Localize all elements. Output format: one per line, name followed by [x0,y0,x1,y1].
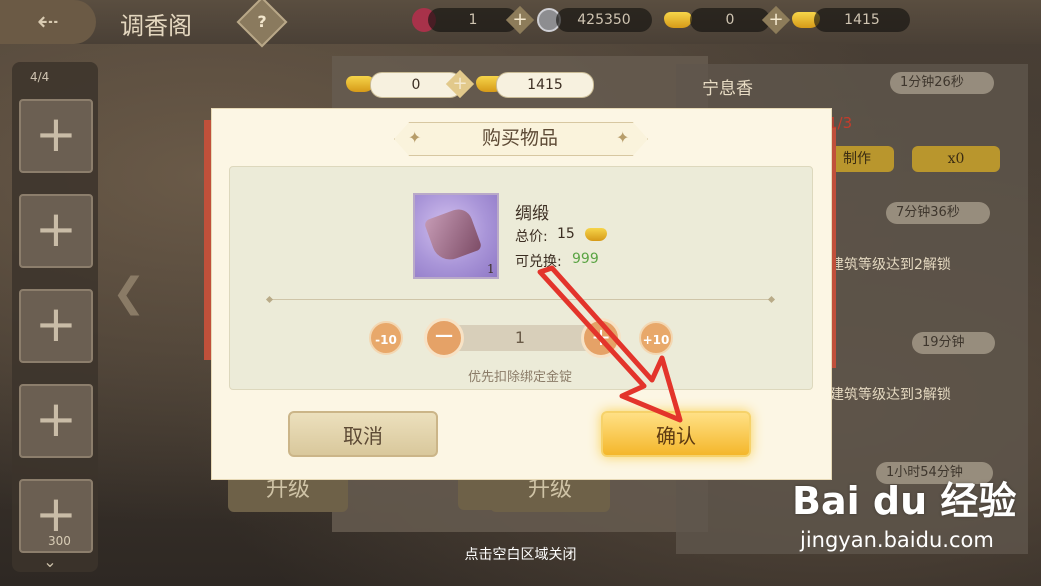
gold-ingot-icon [664,12,692,28]
bound-ingot-hint: 优先扣除绑定金锭 [467,370,572,385]
chevron-left-icon[interactable]: ❮ [112,270,146,316]
task-note-2: 建筑等级达到2解锁 [830,257,951,273]
annotation-arrow-icon [537,265,683,423]
slot-4[interactable]: + [19,384,93,458]
slot-3[interactable]: + [19,289,93,363]
minus-button[interactable]: − [424,318,464,358]
gem-count: 1 [428,8,518,32]
task-note-3: 建筑等级达到3解锁 [830,387,951,403]
page-title: 调香阁 [120,12,192,40]
plus-icon: + [35,105,77,163]
item-name: 绸缎 [515,204,549,224]
add-ingot-button[interactable]: + [761,5,791,35]
plus-icon: + [35,200,77,258]
coin-count: 425350 [556,8,652,32]
slot-count: 4/4 [30,70,50,84]
gold-ingot-count: 0 [690,8,770,32]
baidu-watermark-logo: Bai du 经验 [792,479,1017,523]
total-price-value: 15 [557,226,575,242]
task-timer-2: 7分钟36秒 [886,202,990,224]
plus-icon: + [768,9,784,30]
recipe-title: 宁息香 [702,79,753,99]
task-timer-3: 19分钟 [912,332,995,354]
back-button[interactable]: ⇠ [0,0,96,44]
plus-icon: + [512,9,528,30]
back-arrow-icon: ⇠ [37,7,59,37]
gold-ingot-icon [585,228,607,241]
plus-icon: + [35,390,77,448]
total-price-label: 总价: [515,229,548,245]
slot-2[interactable]: + [19,194,93,268]
slot-1[interactable]: + [19,99,93,173]
add-gem-button[interactable]: + [505,5,535,35]
cancel-button[interactable]: 取消 [288,411,438,457]
baidu-watermark-url: jingyan.baidu.com [800,528,994,552]
bound-ingot-count: 1415 [814,8,910,32]
item-quantity: 1 [487,262,495,276]
mid-bound-ingot-count: 1415 [496,72,594,98]
plus-icon: + [452,73,468,94]
make-count[interactable]: x0 [912,146,1000,172]
help-icon: ? [257,12,267,31]
plus-icon: + [35,295,77,353]
minus-icon: − [433,321,455,351]
chevron-down-icon[interactable]: ⌄ [20,552,80,582]
dialog-title: 购买物品 [481,127,558,149]
mid-add-ingot-button[interactable]: + [445,69,475,99]
task-timer-1: 1分钟26秒 [890,72,994,94]
minus-10-button[interactable]: -10 [369,321,403,355]
